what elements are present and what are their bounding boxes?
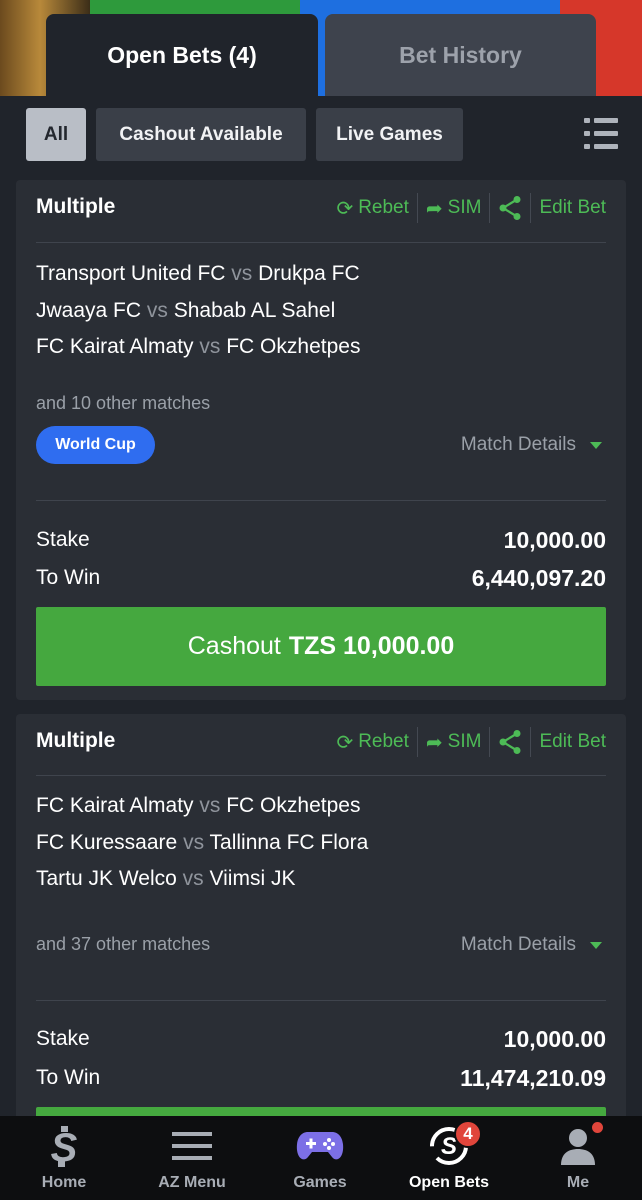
more-matches-text: and 10 other matches xyxy=(36,393,211,413)
match-list: FC Kairat Almaty vs FC Okzhetpes FC Kure… xyxy=(36,788,368,898)
match-details-toggle[interactable]: Match Details xyxy=(461,934,602,956)
edit-bet-button[interactable]: Edit Bet xyxy=(531,192,606,224)
sim-button[interactable]: ➦ SIM xyxy=(418,192,490,224)
sim-label: SIM xyxy=(447,731,482,752)
refresh-icon: ⟳ xyxy=(336,197,354,220)
divider xyxy=(36,242,606,243)
divider xyxy=(36,500,606,501)
share-icon xyxy=(499,730,521,754)
to-win-value: 11,474,210.09 xyxy=(460,1065,606,1091)
filter-cashout-available[interactable]: Cashout Available xyxy=(96,108,306,161)
edit-bet-label: Edit Bet xyxy=(539,731,606,752)
filter-all[interactable]: All xyxy=(26,108,86,161)
rebet-label: Rebet xyxy=(358,731,409,752)
caret-down-icon xyxy=(590,441,602,449)
user-avatar-icon xyxy=(514,1126,642,1166)
world-cup-badge: World Cup xyxy=(36,426,155,464)
match-row: Transport United FC vs Drukpa FC xyxy=(36,262,360,285)
nav-az-menu-label: AZ Menu xyxy=(158,1174,226,1191)
filter-live-games[interactable]: Live Games xyxy=(316,108,463,161)
match-row: FC Kuressaare vs Tallinna FC Flora xyxy=(36,830,369,854)
nav-me[interactable]: Me xyxy=(514,1116,642,1200)
forward-arrow-icon: ➦ xyxy=(425,197,443,220)
match-details-label: Match Details xyxy=(460,934,576,955)
match-list: Transport United FC vs Drukpa FC Jwaaya … xyxy=(36,256,360,366)
match-row: Jwaaya FC vs Shabab AL Sahel xyxy=(36,298,336,322)
caret-down-icon xyxy=(590,941,602,949)
bet-type: Multiple xyxy=(36,729,116,752)
divider xyxy=(36,1000,606,1001)
stake-label: Stake xyxy=(36,1027,90,1050)
nav-home[interactable]: S Home xyxy=(0,1116,128,1200)
nav-az-menu[interactable]: AZ Menu xyxy=(128,1116,256,1200)
open-bets-screen: Open Bets (4) Bet History All Cashout Av… xyxy=(0,0,642,1200)
rebet-button[interactable]: ⟳ Rebet xyxy=(328,726,416,758)
sim-button[interactable]: ➦ SIM xyxy=(418,726,490,758)
sim-label: SIM xyxy=(447,197,482,218)
divider xyxy=(36,775,606,776)
match-details-label: Match Details xyxy=(460,434,576,455)
cashout-button[interactable]: Cashout TZS 10,000.00 xyxy=(36,607,606,686)
more-matches-text: and 37 other matches xyxy=(36,934,211,954)
share-icon xyxy=(499,196,521,220)
bet-card: Multiple ⟳ Rebet ➦ SIM Edit Bet xyxy=(16,180,626,700)
edit-bet-button[interactable]: Edit Bet xyxy=(531,726,606,758)
nav-open-bets-label: Open Bets xyxy=(408,1174,489,1191)
nav-open-bets[interactable]: S 4 Open Bets xyxy=(385,1116,513,1200)
notification-dot xyxy=(592,1122,603,1133)
share-button[interactable] xyxy=(490,726,530,758)
bet-actions: ⟳ Rebet ➦ SIM Edit Bet xyxy=(328,726,606,758)
rebet-button[interactable]: ⟳ Rebet xyxy=(328,192,416,224)
stake-label: Stake xyxy=(36,528,90,551)
rebet-label: Rebet xyxy=(358,197,409,218)
match-row: Tartu JK Welco vs Viimsi JK xyxy=(36,867,296,890)
to-win-label: To Win xyxy=(36,1066,101,1089)
edit-bet-label: Edit Bet xyxy=(539,197,606,218)
nav-home-label: Home xyxy=(41,1174,87,1191)
share-button[interactable] xyxy=(490,192,530,224)
to-win-label: To Win xyxy=(36,566,101,589)
forward-arrow-icon: ➦ xyxy=(425,731,443,754)
open-bets-count-badge: 4 xyxy=(454,1120,482,1148)
bet-type: Multiple xyxy=(36,195,116,218)
tab-bet-history[interactable]: Bet History xyxy=(325,14,596,96)
hamburger-menu-icon xyxy=(128,1126,256,1166)
nav-games[interactable]: Games xyxy=(256,1116,384,1200)
header: Open Bets (4) Bet History xyxy=(0,0,642,96)
cashout-amount: TZS 10,000.00 xyxy=(288,632,455,660)
stake-value: 10,000.00 xyxy=(503,527,606,553)
match-details-toggle[interactable]: Match Details xyxy=(461,434,602,456)
bottom-navigation: S Home AZ Menu Games S 4 Open Bets Me xyxy=(0,1116,642,1200)
home-logo-icon: S xyxy=(0,1126,128,1167)
tab-open-bets[interactable]: Open Bets (4) xyxy=(46,14,318,96)
cashout-label: Cashout xyxy=(187,632,281,660)
nav-games-label: Games xyxy=(293,1174,347,1191)
svg-text:S: S xyxy=(51,1126,78,1167)
to-win-value: 6,440,097.20 xyxy=(471,565,606,591)
refresh-icon: ⟳ xyxy=(336,731,354,754)
cash-cycle-icon: S xyxy=(385,1126,513,1166)
list-view-icon[interactable] xyxy=(584,118,618,150)
filter-bar: All Cashout Available Live Games xyxy=(26,108,626,162)
nav-me-label: Me xyxy=(566,1174,590,1191)
gamepad-icon xyxy=(256,1126,384,1166)
stake-value: 10,000.00 xyxy=(503,1026,606,1052)
match-row: FC Kairat Almaty vs FC Okzhetpes xyxy=(36,794,361,817)
bet-card: Multiple ⟳ Rebet ➦ SIM Edit Bet xyxy=(16,714,626,1186)
match-row: FC Kairat Almaty vs FC Okzhetpes xyxy=(36,335,361,358)
bet-actions: ⟳ Rebet ➦ SIM Edit Bet xyxy=(328,192,606,224)
